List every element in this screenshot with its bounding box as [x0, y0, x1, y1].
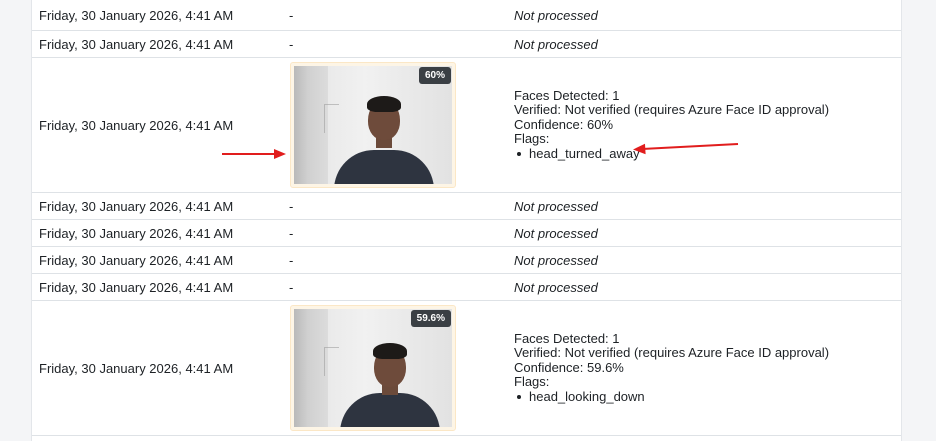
- result-cell: Faces Detected: 1 Verified: Not verified…: [507, 57, 901, 193]
- faces-detected-text: Faces Detected: 1: [514, 87, 620, 103]
- timestamp-cell: Friday, 30 January 2026, 4:41 AM: [32, 192, 282, 220]
- confidence-text: Confidence: 60%: [514, 116, 614, 132]
- timestamp-cell: Friday, 30 January 2026, 4:41 AM: [32, 57, 282, 193]
- confidence-text: Confidence: 59.6%: [514, 359, 624, 375]
- timestamp-cell: Friday, 30 January 2026, 4:41 AM: [32, 219, 282, 247]
- confidence-badge: 59.6%: [410, 310, 451, 327]
- confidence-badge: 60%: [418, 67, 451, 84]
- snapshot-cell: 60%: [282, 57, 507, 193]
- timestamp-cell: Friday, 30 January 2026, 4:41 AM: [32, 300, 282, 436]
- timestamp-cell: Friday, 30 January 2026, 4:41 AM: [32, 30, 282, 58]
- result-cell: Not processed: [507, 192, 901, 220]
- result-cell: Not processed: [507, 30, 901, 58]
- result-cell: Not processed: [507, 273, 901, 301]
- verified-text: Verified: Not verified (requires Azure F…: [514, 345, 830, 361]
- flag-item: head_turned_away: [517, 146, 901, 162]
- verified-text: Verified: Not verified (requires Azure F…: [514, 102, 830, 118]
- webcam-snapshot[interactable]: 60%: [290, 62, 456, 188]
- table-row: Friday, 30 January 2026, 4:41 AM - Not p…: [32, 0, 901, 31]
- table-row: Friday, 30 January 2026, 4:41 AM - Not p…: [32, 246, 901, 274]
- table-row: Friday, 30 January 2026, 4:41 AM: [32, 300, 901, 436]
- flags-label: Flags:: [514, 374, 550, 390]
- snapshot-cell: 59.6%: [282, 300, 507, 436]
- flags-list: head_turned_away: [514, 146, 901, 162]
- snapshot-cell: -: [282, 273, 507, 301]
- proctoring-log-table: Friday, 30 January 2026, 4:41 AM - Not p…: [32, 0, 901, 436]
- snapshot-cell: -: [282, 192, 507, 220]
- result-cell: Faces Detected: 1 Verified: Not verified…: [507, 300, 901, 436]
- proctoring-log-panel: Friday, 30 January 2026, 4:41 AM - Not p…: [31, 0, 902, 441]
- snapshot-cell: -: [282, 0, 507, 31]
- snapshot-cell: -: [282, 246, 507, 274]
- timestamp-cell: Friday, 30 January 2026, 4:41 AM: [32, 246, 282, 274]
- face-result: Faces Detected: 1 Verified: Not verified…: [514, 330, 901, 405]
- table-row: Friday, 30 January 2026, 4:41 AM: [32, 57, 901, 193]
- timestamp-cell: Friday, 30 January 2026, 4:41 AM: [32, 273, 282, 301]
- result-cell: Not processed: [507, 246, 901, 274]
- table-row: Friday, 30 January 2026, 4:41 AM - Not p…: [32, 273, 901, 301]
- webcam-snapshot[interactable]: 59.6%: [290, 305, 456, 431]
- table-row: Friday, 30 January 2026, 4:41 AM - Not p…: [32, 192, 901, 220]
- flags-list: head_looking_down: [514, 389, 901, 405]
- face-result: Faces Detected: 1 Verified: Not verified…: [514, 87, 901, 162]
- flag-item: head_looking_down: [517, 389, 901, 405]
- flags-label: Flags:: [514, 131, 550, 147]
- snapshot-cell: -: [282, 30, 507, 58]
- table-row: Friday, 30 January 2026, 4:41 AM - Not p…: [32, 30, 901, 58]
- snapshot-cell: -: [282, 219, 507, 247]
- page: Friday, 30 January 2026, 4:41 AM - Not p…: [0, 0, 936, 441]
- result-cell: Not processed: [507, 219, 901, 247]
- faces-detected-text: Faces Detected: 1: [514, 330, 620, 346]
- result-cell: Not processed: [507, 0, 901, 31]
- timestamp-cell: Friday, 30 January 2026, 4:41 AM: [32, 0, 282, 31]
- table-row: Friday, 30 January 2026, 4:41 AM - Not p…: [32, 219, 901, 247]
